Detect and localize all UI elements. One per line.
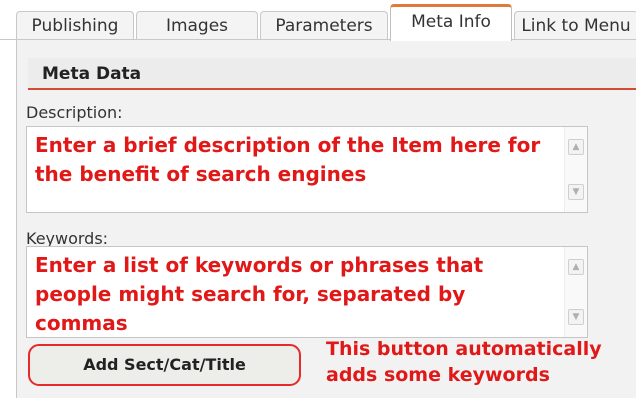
- scroll-down-arrow-icon[interactable]: ▼: [568, 184, 584, 200]
- button-annotation: This button automatically adds some keyw…: [326, 336, 636, 388]
- keywords-scrollbar[interactable]: ▲ ▼: [564, 247, 587, 337]
- scroll-up-arrow-icon[interactable]: ▲: [568, 139, 584, 155]
- keywords-text: Enter a list of keywords or phrases that…: [35, 253, 484, 335]
- keywords-textarea[interactable]: Enter a list of keywords or phrases that…: [26, 246, 588, 338]
- annotation-line-2: adds some keywords: [326, 364, 550, 386]
- description-text: Enter a brief description of the Item he…: [35, 133, 541, 186]
- tab-meta-info[interactable]: Meta Info: [390, 4, 512, 41]
- description-scrollbar[interactable]: ▲ ▼: [564, 127, 587, 212]
- scroll-down-arrow-icon[interactable]: ▼: [568, 309, 584, 325]
- tab-images[interactable]: Images: [136, 11, 258, 40]
- tab-link-to-menu[interactable]: Link to Menu: [514, 11, 636, 40]
- tab-bar: Publishing Images Parameters Meta Info L…: [0, 0, 636, 41]
- tab-publishing[interactable]: Publishing: [16, 11, 134, 40]
- description-label: Description:: [26, 103, 123, 122]
- meta-data-section-header: Meta Data: [28, 58, 636, 90]
- description-textarea[interactable]: Enter a brief description of the Item he…: [26, 126, 588, 213]
- tab-parameters[interactable]: Parameters: [260, 11, 388, 40]
- annotation-line-1: This button automatically: [326, 338, 602, 360]
- add-sect-cat-title-button[interactable]: Add Sect/Cat/Title: [28, 344, 301, 386]
- scroll-up-arrow-icon[interactable]: ▲: [568, 259, 584, 275]
